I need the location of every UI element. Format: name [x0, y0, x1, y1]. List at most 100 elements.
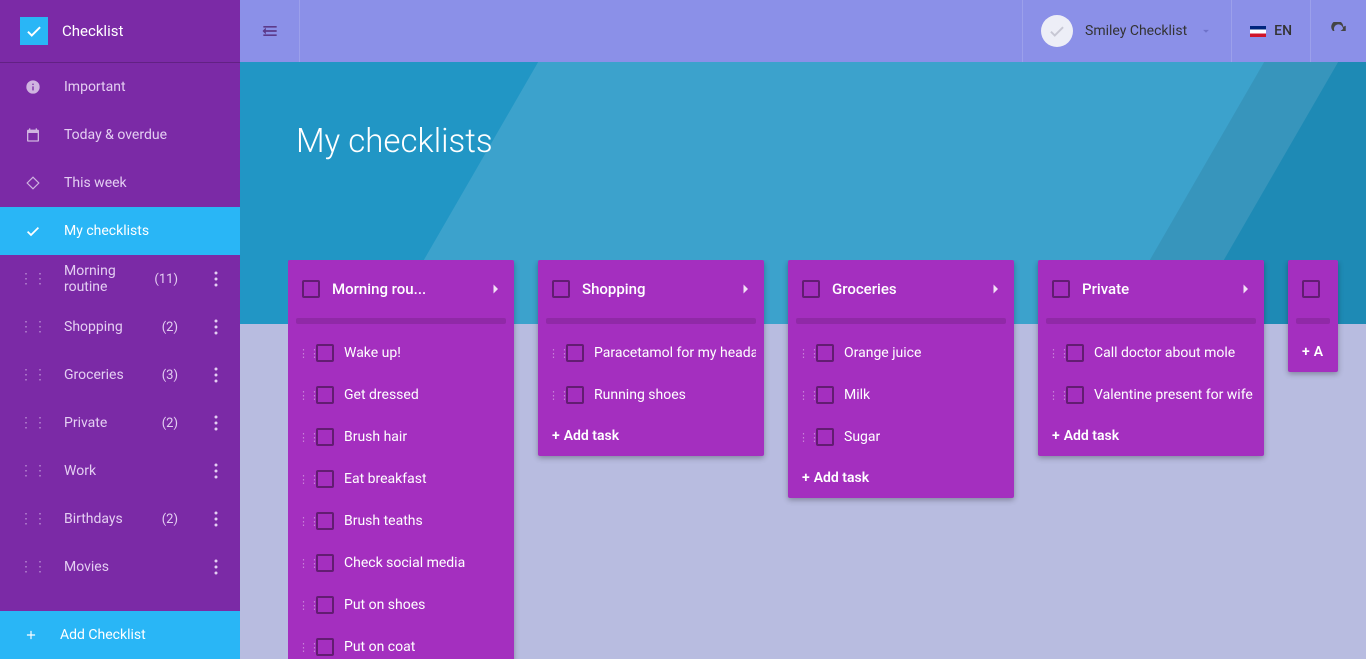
chevron-right-icon: [736, 280, 754, 298]
add-task-button[interactable]: + Add task: [1038, 416, 1264, 456]
sidebar-checklist-label: Work: [64, 463, 156, 479]
board-checkbox[interactable]: [1302, 280, 1320, 298]
task-checkbox[interactable]: [316, 512, 334, 530]
nav-thisweek[interactable]: This week: [0, 159, 240, 207]
drag-handle-icon[interactable]: ⋮⋮: [24, 415, 42, 431]
board-checkbox[interactable]: [552, 280, 570, 298]
task-checkbox[interactable]: [566, 386, 584, 404]
task-checkbox[interactable]: [316, 428, 334, 446]
user-menu[interactable]: Smiley Checklist: [1022, 0, 1231, 62]
brand[interactable]: Checklist: [0, 0, 240, 62]
sidebar-checklist-item[interactable]: ⋮⋮Movies: [0, 543, 240, 591]
board: + A: [1288, 260, 1338, 372]
more-icon[interactable]: [204, 367, 228, 383]
more-icon[interactable]: [204, 559, 228, 575]
add-task-button[interactable]: + Add task: [788, 458, 1014, 498]
task-row[interactable]: ⋮⋮Milk: [788, 374, 1014, 416]
board: Shopping ⋮⋮Paracetamol for my headache⋮⋮R…: [538, 260, 764, 456]
nav-important[interactable]: Important: [0, 63, 240, 111]
add-checklist-button[interactable]: Add Checklist: [0, 611, 240, 659]
chevron-right-icon: [486, 280, 504, 298]
sidebar-checklist-item[interactable]: ⋮⋮ Work: [0, 447, 240, 495]
task-row[interactable]: ⋮⋮Put on shoes: [288, 584, 514, 626]
task-row[interactable]: ⋮⋮Sugar: [788, 416, 1014, 458]
drag-handle-icon[interactable]: ⋮⋮: [298, 641, 306, 654]
drag-handle-icon[interactable]: ⋮⋮: [24, 367, 42, 383]
task-row[interactable]: ⋮⋮Valentine present for wife: [1038, 374, 1264, 416]
task-row[interactable]: ⋮⋮Eat breakfast: [288, 458, 514, 500]
add-task-button[interactable]: + A: [1288, 332, 1338, 372]
task-checkbox[interactable]: [316, 638, 334, 656]
task-checkbox[interactable]: [816, 344, 834, 362]
collapse-sidebar-button[interactable]: [240, 0, 300, 62]
task-row[interactable]: ⋮⋮Paracetamol for my headache: [538, 332, 764, 374]
board-checkbox[interactable]: [1052, 280, 1070, 298]
sidebar-checklist-item[interactable]: ⋮⋮Morning routine(11): [0, 255, 240, 303]
more-icon[interactable]: [204, 511, 228, 527]
drag-handle-icon[interactable]: ⋮⋮: [24, 559, 42, 575]
add-task-button[interactable]: + Add task: [538, 416, 764, 456]
task-row[interactable]: ⋮⋮Wake up!: [288, 332, 514, 374]
task-checkbox[interactable]: [316, 470, 334, 488]
task-label: Get dressed: [344, 387, 419, 403]
board-header[interactable]: Groceries: [788, 260, 1014, 318]
drag-handle-icon[interactable]: ⋮⋮: [24, 511, 42, 527]
board-checkbox[interactable]: [302, 280, 320, 298]
nav-today[interactable]: Today & overdue: [0, 111, 240, 159]
task-checkbox[interactable]: [1066, 344, 1084, 362]
drag-handle-icon[interactable]: ⋮⋮: [798, 431, 806, 444]
drag-handle-icon[interactable]: ⋮⋮: [1048, 389, 1056, 402]
task-row[interactable]: ⋮⋮Running shoes: [538, 374, 764, 416]
drag-handle-icon[interactable]: ⋮⋮: [24, 271, 42, 287]
board-header[interactable]: Morning rou...: [288, 260, 514, 318]
nav-mychecklists[interactable]: My checklists: [0, 207, 240, 255]
task-checkbox[interactable]: [566, 344, 584, 362]
user-name: Smiley Checklist: [1085, 23, 1187, 39]
drag-handle-icon[interactable]: ⋮⋮: [798, 347, 806, 360]
task-row[interactable]: ⋮⋮ Get dressed: [288, 374, 514, 416]
drag-handle-icon[interactable]: ⋮⋮: [298, 389, 306, 402]
task-checkbox[interactable]: [316, 554, 334, 572]
refresh-button[interactable]: [1310, 0, 1366, 62]
drag-handle-icon[interactable]: ⋮⋮: [298, 515, 306, 528]
more-icon[interactable]: [204, 415, 228, 431]
more-icon[interactable]: [204, 271, 228, 287]
nav-label: Important: [64, 79, 126, 95]
task-row[interactable]: ⋮⋮Brush hair: [288, 416, 514, 458]
board-header[interactable]: [1288, 260, 1338, 318]
more-icon[interactable]: [204, 319, 228, 335]
drag-handle-icon[interactable]: ⋮⋮: [298, 557, 306, 570]
board-header[interactable]: Private: [1038, 260, 1264, 318]
drag-handle-icon[interactable]: ⋮⋮: [298, 473, 306, 486]
task-checkbox[interactable]: [316, 596, 334, 614]
drag-handle-icon[interactable]: ⋮⋮: [1048, 347, 1056, 360]
drag-handle-icon[interactable]: ⋮⋮: [798, 389, 806, 402]
language-switcher[interactable]: EN: [1231, 0, 1310, 62]
task-row[interactable]: ⋮⋮Check social media: [288, 542, 514, 584]
drag-handle-icon[interactable]: ⋮⋮: [24, 319, 42, 335]
drag-handle-icon[interactable]: ⋮⋮: [548, 347, 556, 360]
sidebar-checklist-item[interactable]: ⋮⋮Private(2): [0, 399, 240, 447]
brand-check-icon: [20, 17, 48, 45]
task-checkbox[interactable]: [816, 386, 834, 404]
sidebar-checklist-item[interactable]: ⋮⋮Birthdays(2): [0, 495, 240, 543]
plus-icon: +: [802, 470, 810, 486]
task-checkbox[interactable]: [1066, 386, 1084, 404]
board-header[interactable]: Shopping: [538, 260, 764, 318]
drag-handle-icon[interactable]: ⋮⋮: [298, 431, 306, 444]
task-checkbox[interactable]: [316, 344, 334, 362]
more-icon[interactable]: [204, 463, 228, 479]
task-checkbox[interactable]: [316, 386, 334, 404]
task-row[interactable]: ⋮⋮Call doctor about mole: [1038, 332, 1264, 374]
board-checkbox[interactable]: [802, 280, 820, 298]
drag-handle-icon[interactable]: ⋮⋮: [298, 347, 306, 360]
task-row[interactable]: ⋮⋮Brush teaths: [288, 500, 514, 542]
task-row[interactable]: ⋮⋮Put on coat: [288, 626, 514, 659]
drag-handle-icon[interactable]: ⋮⋮: [548, 389, 556, 402]
task-row[interactable]: ⋮⋮Orange juice: [788, 332, 1014, 374]
drag-handle-icon[interactable]: ⋮⋮: [24, 463, 42, 479]
sidebar-checklist-item[interactable]: ⋮⋮Groceries(3): [0, 351, 240, 399]
sidebar-checklist-item[interactable]: ⋮⋮Shopping(2): [0, 303, 240, 351]
task-checkbox[interactable]: [816, 428, 834, 446]
drag-handle-icon[interactable]: ⋮⋮: [298, 599, 306, 612]
